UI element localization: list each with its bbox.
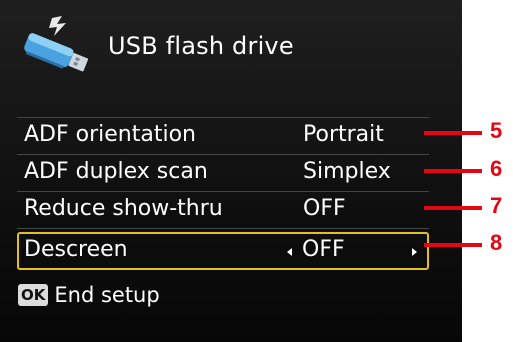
setting-value: OFF xyxy=(303,196,346,221)
ok-button-icon[interactable]: OK xyxy=(18,284,49,306)
callout-line-6 xyxy=(424,169,482,173)
usb-flash-drive-icon xyxy=(24,16,89,72)
setting-row-reduce-show-thru[interactable]: Reduce show-thru OFF xyxy=(17,192,429,229)
callout-number-8: 8 xyxy=(490,230,503,255)
setting-label: ADF duplex scan xyxy=(24,159,208,184)
setting-value: Simplex xyxy=(303,159,391,184)
setting-value: Portrait xyxy=(303,122,384,147)
callout-line-5 xyxy=(424,131,482,135)
screen-header: USB flash drive xyxy=(0,0,462,110)
callout-line-8 xyxy=(424,243,482,247)
callout-number-7: 7 xyxy=(490,193,503,218)
setting-row-adf-duplex-scan[interactable]: ADF duplex scan Simplex xyxy=(17,155,429,192)
settings-list: ADF orientation Portrait ADF duplex scan… xyxy=(17,117,429,270)
setting-label: ADF orientation xyxy=(24,122,196,147)
arrow-right-icon[interactable] xyxy=(412,248,417,256)
callout-line-7 xyxy=(424,206,482,210)
setting-value: OFF xyxy=(302,237,345,262)
end-setup-label: End setup xyxy=(54,283,160,307)
footer-hint: OK End setup xyxy=(18,282,160,307)
setting-label: Descreen xyxy=(24,237,128,262)
callout-number-5: 5 xyxy=(490,118,503,143)
arrow-left-icon[interactable] xyxy=(287,248,292,256)
page-title: USB flash drive xyxy=(108,32,294,60)
lcd-screen: USB flash drive ADF orientation Portrait… xyxy=(0,0,462,342)
setting-row-adf-orientation[interactable]: ADF orientation Portrait xyxy=(17,117,429,155)
setting-label: Reduce show-thru xyxy=(24,196,223,221)
setting-row-descreen[interactable]: Descreen OFF xyxy=(17,232,429,270)
callout-number-6: 6 xyxy=(490,156,503,181)
